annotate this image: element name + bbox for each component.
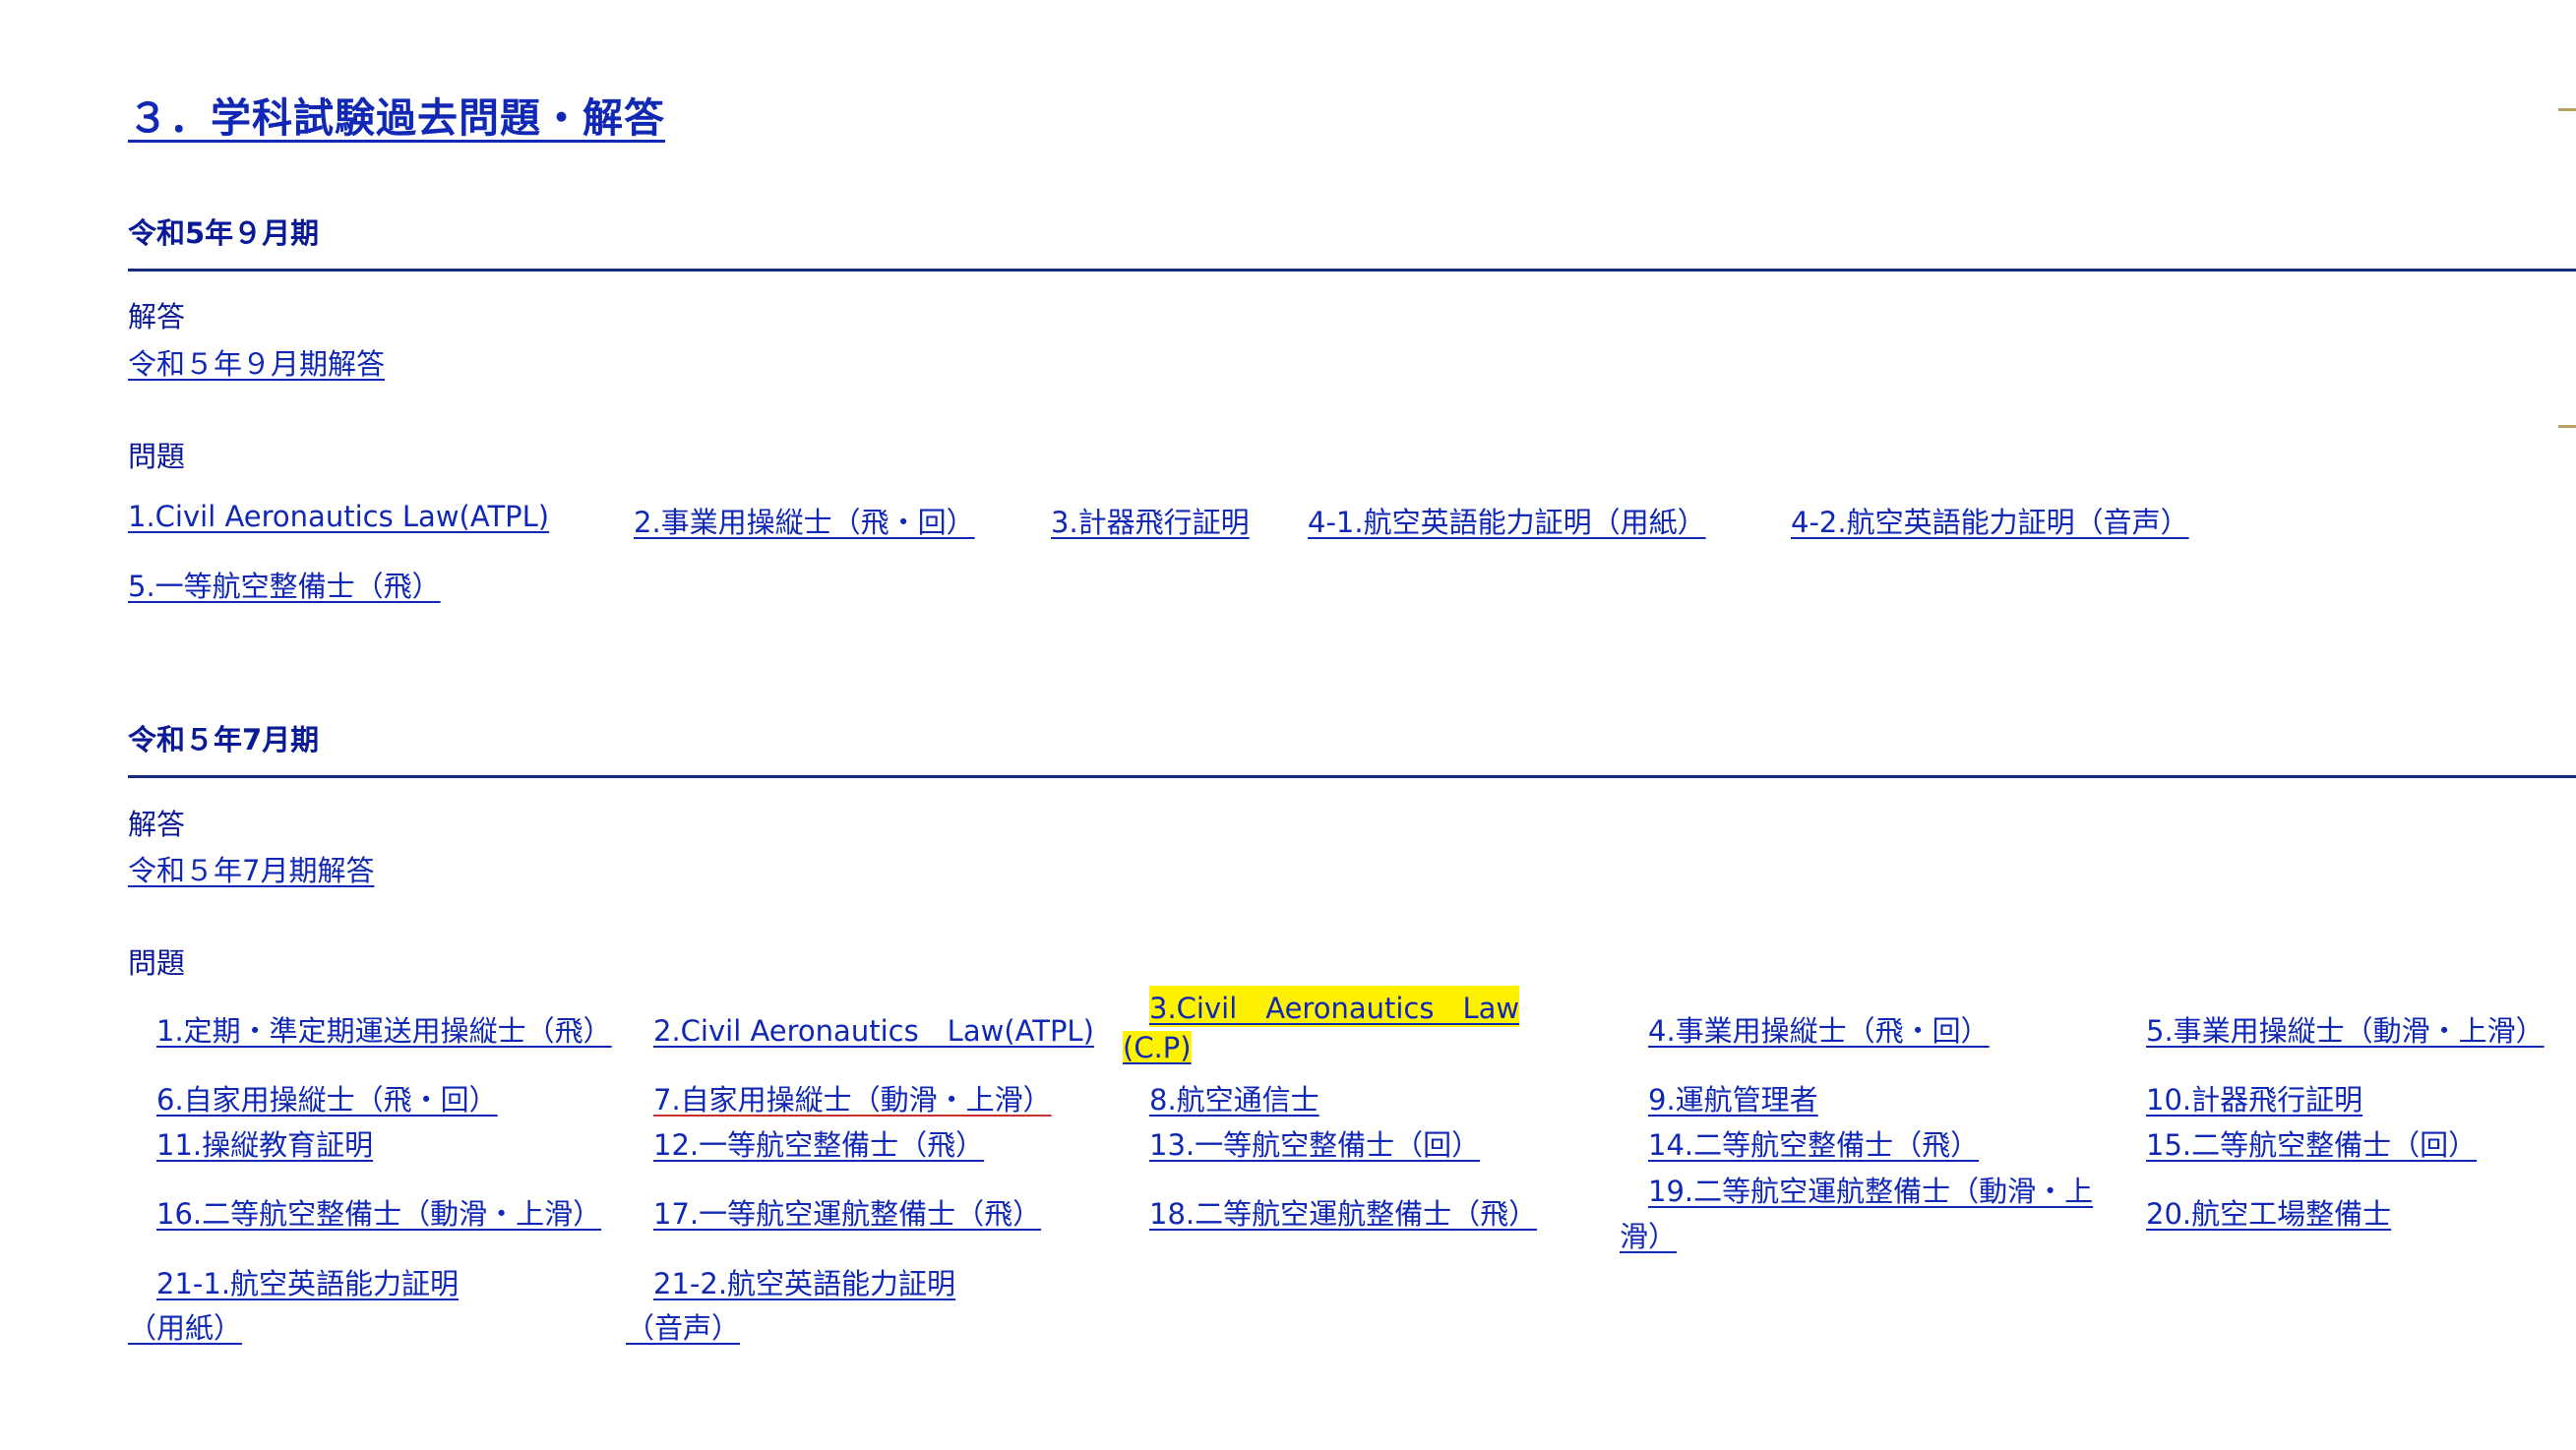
question-link-cont[interactable]: 滑） [1620, 1214, 1677, 1255]
question-link-highlighted[interactable]: 3.Civil Aeronautics Law [1149, 986, 1520, 1027]
question-link[interactable]: 21-1.航空英語能力証明 [156, 1261, 459, 1302]
question-link[interactable]: 10.計器飛行証明 [2146, 1077, 2362, 1118]
question-link[interactable]: 1.定期・準定期運送用操縦士（飛） [156, 1008, 612, 1050]
question-link-cont[interactable]: （音声） [626, 1305, 740, 1347]
question-link[interactable]: 4-1.航空英語能力証明（用紙） [1308, 500, 1706, 541]
question-link[interactable]: 13.一等航空整備士（回） [1149, 1122, 1480, 1164]
questions-label: 問題 [128, 946, 186, 980]
period-title: 令和5年９月期 [128, 216, 320, 250]
decorative-tick [2558, 425, 2576, 428]
question-link[interactable]: 2.Civil Aeronautics Law(ATPL) [653, 1008, 1094, 1050]
question-link[interactable]: 9.運航管理者 [1648, 1077, 1818, 1118]
question-link[interactable]: 14.二等航空整備士（飛） [1648, 1122, 1979, 1164]
page-title-link[interactable]: ３．学科試験過去問題・解答 [128, 94, 665, 142]
question-link[interactable]: 6.自家用操縦士（飛・回） [156, 1077, 498, 1118]
section-divider [128, 775, 2576, 778]
question-link-highlighted-cont[interactable]: (C.P) [1123, 1031, 1192, 1064]
question-link[interactable]: 18.二等航空運航整備士（飛） [1149, 1191, 1537, 1233]
answer-link[interactable]: 令和５年９月期解答 [128, 341, 385, 383]
answer-label: 解答 [128, 808, 186, 841]
decorative-tick [2558, 108, 2576, 111]
question-link[interactable]: 5.一等航空整備士（飛） [128, 564, 441, 605]
question-link[interactable]: 1.Civil Aeronautics Law(ATPL) [128, 500, 549, 533]
question-link[interactable]: 2.事業用操縦士（飛・回） [634, 500, 975, 541]
question-link-cont[interactable]: （用紙） [128, 1305, 242, 1347]
questions-label: 問題 [128, 440, 186, 473]
page-title: ３．学科試験過去問題・解答 [128, 85, 665, 144]
question-link[interactable]: 20.航空工場整備士 [2146, 1191, 2391, 1233]
question-link[interactable]: 3.計器飛行証明 [1051, 500, 1250, 541]
question-link[interactable]: 15.二等航空整備士（回） [2146, 1122, 2477, 1164]
question-link[interactable]: 5.事業用操縦士（動滑・上滑） [2146, 1008, 2545, 1050]
question-link[interactable]: 12.一等航空整備士（飛） [653, 1122, 984, 1164]
answer-label: 解答 [128, 300, 186, 333]
question-link[interactable]: 17.一等航空運航整備士（飛） [653, 1191, 1041, 1233]
question-link[interactable]: 7.自家用操縦士（動滑・上滑） [653, 1077, 1052, 1118]
question-link[interactable]: 16.二等航空整備士（動滑・上滑） [156, 1191, 601, 1233]
question-link[interactable]: 21-2.航空英語能力証明 [653, 1261, 955, 1302]
section-divider [128, 269, 2576, 272]
question-link[interactable]: 19.二等航空運航整備士（動滑・上 [1648, 1169, 2093, 1210]
question-link[interactable]: 8.航空通信士 [1149, 1077, 1319, 1118]
question-link[interactable]: 4.事業用操縦士（飛・回） [1648, 1008, 1990, 1050]
question-link[interactable]: 11.操縦教育証明 [156, 1122, 373, 1164]
period-title: 令和５年7月期 [128, 723, 320, 756]
answer-link[interactable]: 令和５年7月期解答 [128, 848, 374, 889]
question-link[interactable]: 4-2.航空英語能力証明（音声） [1791, 500, 2189, 541]
